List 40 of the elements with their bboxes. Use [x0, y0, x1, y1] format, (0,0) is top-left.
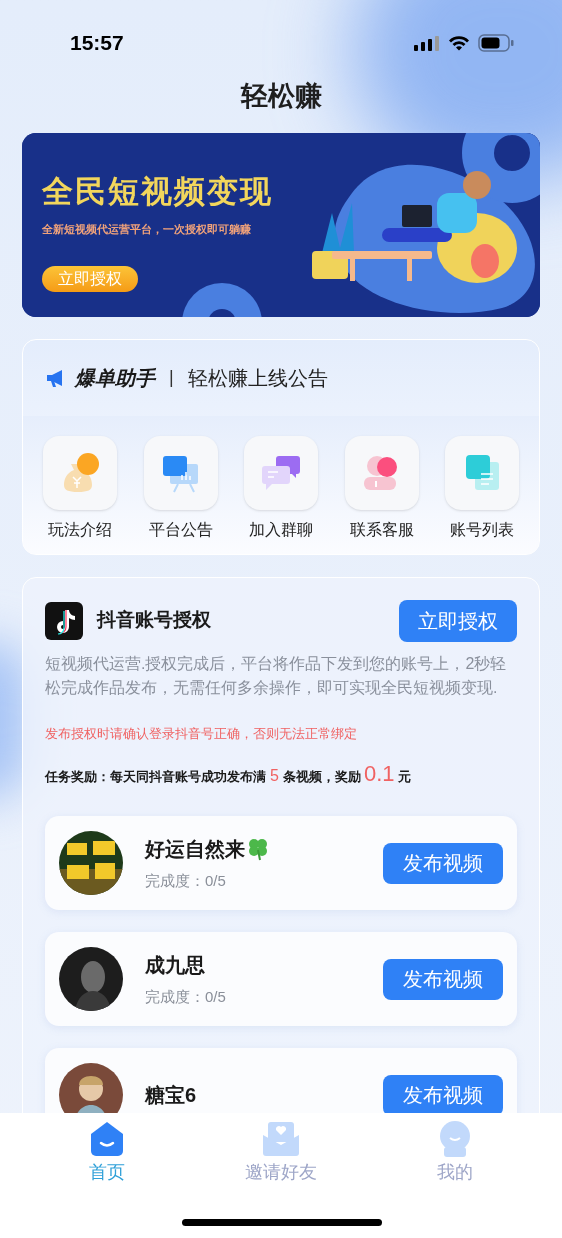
signal-icon	[414, 35, 440, 51]
battery-icon	[478, 34, 514, 52]
banner-subtitle: 全新短视频代运营平台，一次授权即可躺赚	[42, 222, 251, 237]
reward-text: 任务奖励：每天同抖音账号成功发布满 5 条视频，奖励 0.1 元	[45, 760, 412, 788]
home-icon	[90, 1121, 124, 1157]
auth-title: 抖音账号授权	[97, 608, 211, 633]
shortcut-label: 玩法介绍	[48, 519, 112, 540]
shortcut-button[interactable]	[143, 435, 218, 510]
banner-headline: 全民短视频变现	[42, 172, 273, 211]
shortcut-button[interactable]	[344, 435, 419, 510]
publish-video-button[interactable]: 发布视频	[383, 1074, 503, 1113]
notice-brand: 爆单助手	[75, 365, 155, 391]
tab-item[interactable]: 我的	[395, 1121, 515, 1186]
account-name: 好运自然来	[145, 836, 245, 862]
account-name: 糖宝6	[145, 1083, 197, 1108]
envelope-heart-icon	[262, 1121, 300, 1157]
tab-item[interactable]: 首页	[47, 1121, 167, 1186]
progress-text: 完成度：0/5	[145, 986, 227, 1007]
progress-text: 完成度：0/5	[145, 870, 227, 891]
shortcut-button[interactable]	[43, 435, 117, 510]
notice-text: 轻松赚上线公告	[187, 365, 328, 391]
status-time: 15:57	[70, 30, 124, 57]
publish-video-button[interactable]: 发布视频	[383, 958, 503, 1000]
page-title: 轻松赚	[240, 80, 322, 113]
description: 短视频代运营.授权完成后，平台将作品下发到您的账号上，2秒轻松完成作品发布，无需任何多余操作，即可实现全民短视频变现.	[45, 653, 508, 698]
shortcut-button[interactable]	[244, 435, 318, 510]
authorize-button[interactable]: 立即授权	[399, 599, 517, 642]
shortcut-label: 账号列表	[450, 519, 514, 540]
shortcut-label: 联系客服	[349, 519, 414, 540]
music-note-icon	[45, 601, 83, 640]
wifi-icon	[448, 35, 470, 51]
shortcut-label: 平台公告	[148, 519, 213, 540]
shortcut-label: 加入群聊	[249, 519, 313, 540]
tab-item[interactable]: 邀请好友	[221, 1121, 341, 1186]
shortcut-button[interactable]	[445, 435, 519, 510]
account-name: 成九思	[145, 952, 205, 978]
publish-video-button[interactable]: 发布视频	[383, 842, 503, 884]
warning-text: 发布授权时请确认登录抖音号正确，否则无法正常绑定	[45, 724, 358, 743]
separator: |	[169, 366, 174, 389]
user-icon	[439, 1121, 471, 1157]
